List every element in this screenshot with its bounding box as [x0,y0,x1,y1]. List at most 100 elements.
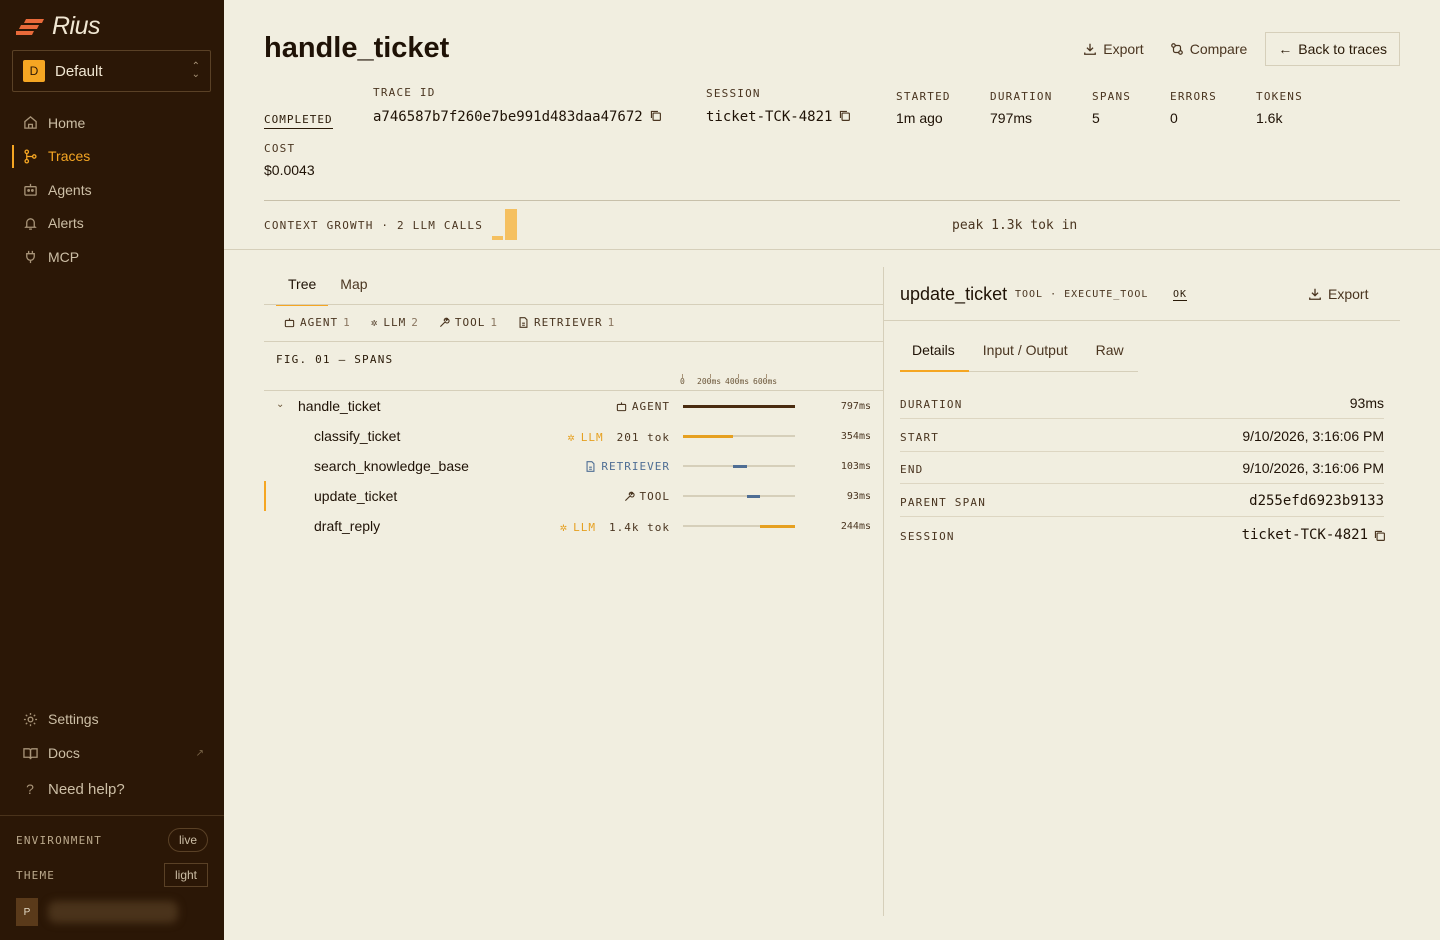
sidebar-item-traces[interactable]: Traces [12,140,212,174]
detail-row-start: START 9/10/2026, 3:16:06 PM [900,420,1384,452]
spans-value: 5 [1092,110,1100,126]
span-kind: ✲ LLM 1.4k tok [560,520,670,534]
robot-icon [616,401,627,412]
divider [224,249,1440,250]
span-row-update-ticket[interactable]: update_ticket TOOL 93ms [264,481,883,511]
span-row-search-knowledge-base[interactable]: search_knowledge_base RETRIEVER 103ms [264,451,883,481]
context-bar-llm-1 [492,236,503,240]
avatar: P [16,898,38,926]
span-duration: 354ms [840,431,871,442]
bell-icon [22,215,38,231]
detail-row-end: END 9/10/2026, 3:16:06 PM [900,452,1384,484]
compare-button[interactable]: Compare [1162,33,1256,65]
divider [264,341,883,342]
context-peak: peak 1.3k tok in [952,218,1078,233]
environment-toggle[interactable]: live [167,828,208,852]
span-kind: TOOL [624,490,671,503]
detail-export-button[interactable]: Export [1308,286,1368,302]
tab-details[interactable]: Details [900,340,969,372]
tab-map[interactable]: Map [328,268,379,306]
divider [264,304,883,305]
sidebar-item-alerts[interactable]: Alerts [12,207,212,241]
span-kind-label: LLM [573,520,597,534]
copy-icon[interactable] [838,109,851,126]
back-to-traces-button[interactable]: ← Back to traces [1265,32,1400,66]
sidebar-item-label: Settings [48,711,99,727]
sidebar-item-docs[interactable]: Docs ↗ [12,736,212,770]
span-duration: 244ms [840,521,871,532]
theme-label: THEME [16,868,56,882]
sidebar-item-agents[interactable]: Agents [12,173,212,207]
span-kind-label: TOOL [639,490,670,503]
divider [264,200,1400,201]
detail-tabs: Details Input / Output Raw [900,340,1138,372]
download-icon [1309,288,1321,300]
sparkle-icon: ✲ [567,430,576,444]
sparkle-icon: ✲ [559,520,569,534]
started-value: 1m ago [896,110,943,126]
app-name: Rius [52,12,101,40]
filter-retriever[interactable]: RETRIEVER 1 [518,316,615,329]
span-duration: 103ms [840,461,871,472]
sidebar-item-settings[interactable]: Settings [12,702,212,736]
user-menu[interactable]: P [16,898,178,926]
filter-llm[interactable]: ✲ LLM 2 [371,316,419,329]
tab-input-output[interactable]: Input / Output [969,340,1082,371]
span-tokens: 201 tok [616,430,670,444]
workspace-badge: D [23,60,45,82]
sidebar-item-home[interactable]: Home [12,106,212,140]
detail-key: START [900,431,940,444]
duration-value: 797ms [990,110,1033,126]
sidebar-item-label: MCP [48,248,80,265]
cost-label: COST [264,142,296,155]
detail-title: update_ticket [900,284,1008,304]
sidebar-item-label: Alerts [48,215,84,232]
workspace-selector[interactable]: D Default ⌃ ⌄ [12,50,211,92]
copy-icon[interactable] [1373,529,1386,547]
traces-icon [22,148,38,164]
header-actions: Export Compare ← Back to traces [1075,32,1400,66]
span-kind-label: AGENT [631,400,670,413]
span-timeline-bar [760,524,795,528]
sidebar-item-label: Agents [48,181,92,198]
context-growth-label: CONTEXT GROWTH · 2 LLM CALLS [264,219,484,232]
span-timeline-bar [683,434,733,438]
document-icon [585,461,596,472]
sidebar-item-mcp[interactable]: MCP [12,240,212,274]
detail-kind: TOOL · EXECUTE_TOOL [1015,289,1149,300]
filter-count: 1 [343,316,351,329]
logo[interactable]: Rius [16,12,101,41]
span-row-draft-reply[interactable]: draft_reply ✲ LLM 1.4k tok 244ms [264,511,883,541]
span-row-handle-ticket[interactable]: ⌄ handle_ticket AGENT 797ms [264,391,883,421]
span-timeline-track [683,434,795,438]
detail-row-parent-span: PARENT SPAN d255efd6923b9133 [900,485,1384,517]
started-label: STARTED [896,90,951,103]
status-badge: COMPLETED [264,113,333,129]
tab-raw[interactable]: Raw [1082,340,1138,371]
workspace-name: Default [55,62,103,80]
sidebar-item-help[interactable]: ? Need help? [12,772,212,806]
filter-label: AGENT [300,316,339,329]
export-button[interactable]: Export [1075,33,1151,65]
session-value: ticket-TCK-4821 [706,109,851,126]
back-label: Back to traces [1298,41,1387,57]
detail-value: ticket-TCK-4821 [1242,527,1368,543]
span-row-classify-ticket[interactable]: classify_ticket ✲ LLM 201 tok 354ms [264,421,883,451]
filter-agent[interactable]: AGENT 1 [284,316,351,329]
session-label: SESSION [706,87,761,100]
tab-tree[interactable]: Tree [276,268,329,306]
theme-row: THEME light [16,863,208,887]
filter-label: TOOL [454,316,486,329]
copy-icon[interactable] [649,109,662,126]
axis-tick-600: 600ms [753,377,778,386]
chevron-down-icon[interactable]: ⌄ [276,399,284,410]
logo-icon [16,18,44,35]
sidebar-divider [0,815,224,816]
detail-row-duration: DURATION 93ms [900,387,1384,419]
cost-value: $0.0043 [264,162,315,178]
secondary-nav: Settings Docs ↗ ? Need help? [12,702,212,806]
filter-label: RETRIEVER [534,316,603,329]
filter-label: LLM [383,316,407,329]
theme-toggle[interactable]: light [163,863,208,887]
filter-tool[interactable]: TOOL 1 [439,316,498,329]
